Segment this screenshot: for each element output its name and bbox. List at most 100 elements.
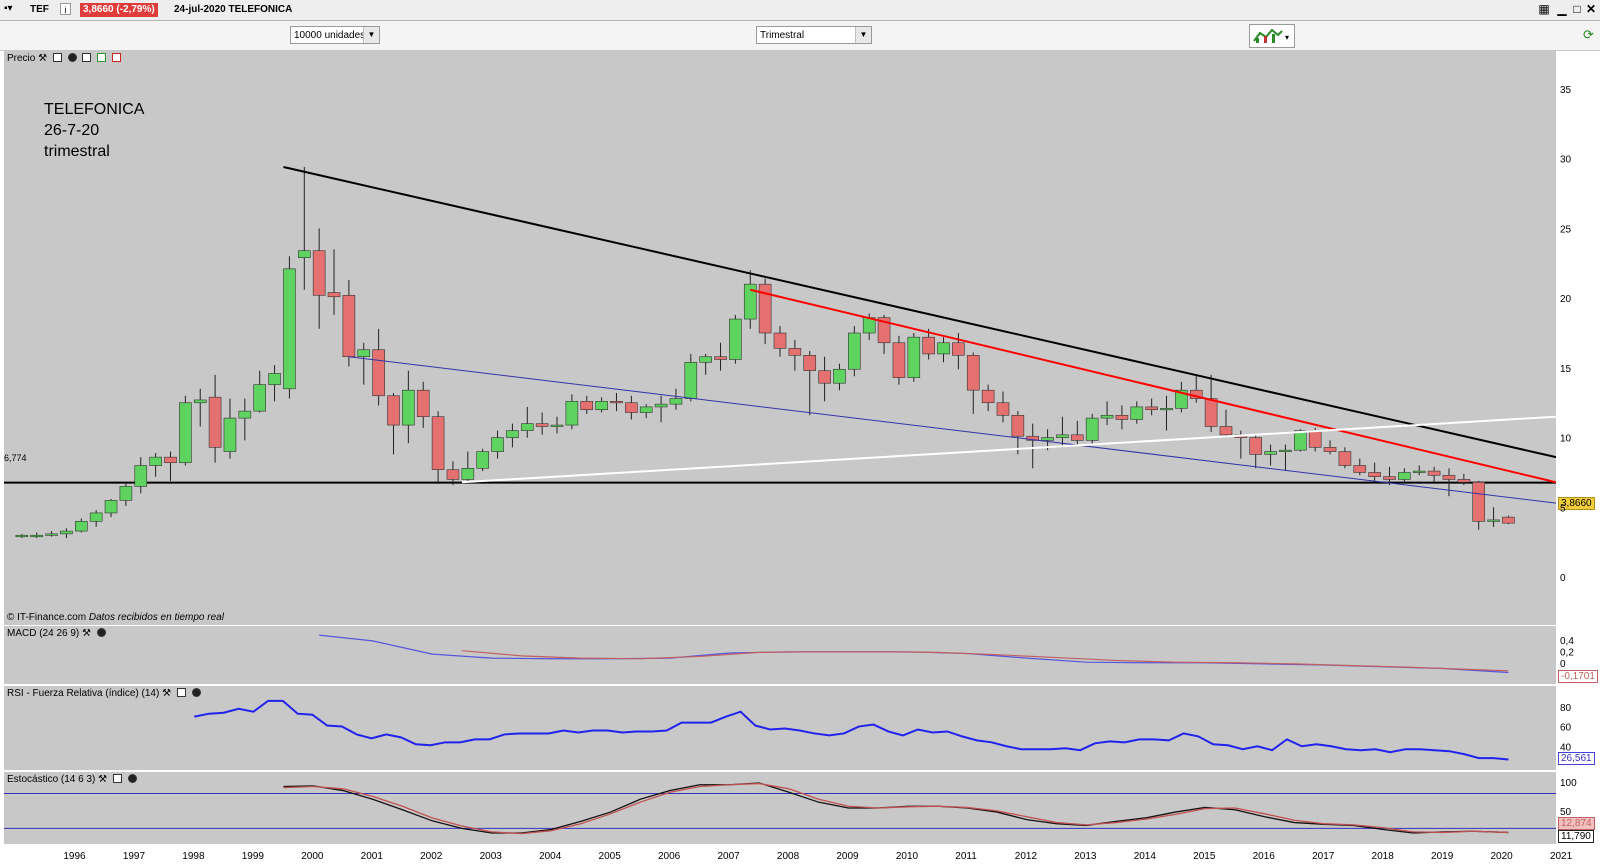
candle-body xyxy=(476,451,489,469)
candle-body xyxy=(1071,434,1084,441)
candle-body xyxy=(1115,414,1129,420)
stoch-series-line xyxy=(283,782,1509,834)
x-tick-label: 2002 xyxy=(420,851,443,862)
candle-body xyxy=(743,283,757,320)
candle-body xyxy=(1264,451,1277,455)
x-tick-label: 2009 xyxy=(836,851,859,862)
candle-body xyxy=(1457,479,1471,483)
candle-body xyxy=(550,424,564,427)
x-tick-label: 2005 xyxy=(599,851,622,862)
x-tick-label: 2020 xyxy=(1490,851,1513,862)
candle-body xyxy=(892,342,906,378)
candle-body xyxy=(981,389,995,404)
candle-body xyxy=(402,389,415,426)
candle-body xyxy=(30,534,44,538)
candle-body xyxy=(238,410,252,419)
candle-body xyxy=(937,342,950,355)
candle-body xyxy=(1398,472,1411,480)
candle-body xyxy=(818,370,831,384)
candle-body xyxy=(966,355,980,391)
y-tick-label: 5 xyxy=(1560,503,1566,514)
candle-body xyxy=(342,295,356,358)
stoch-tick-label: 100 xyxy=(1560,778,1577,789)
candle-body xyxy=(773,332,787,349)
candle-body xyxy=(535,423,549,427)
macd-tick-label: 0,4 xyxy=(1560,636,1574,647)
candle-body xyxy=(506,430,519,438)
candle-body xyxy=(788,348,802,356)
trendline xyxy=(283,166,1557,459)
candle-body xyxy=(952,342,965,356)
candle-body xyxy=(848,332,861,370)
candle-body xyxy=(699,356,712,363)
candle-body xyxy=(15,534,29,538)
candle-body xyxy=(89,512,103,522)
candle-body xyxy=(1041,437,1054,441)
candle-body xyxy=(491,437,504,452)
candle-body xyxy=(833,368,846,384)
candle-body xyxy=(461,468,475,480)
x-tick-label: 2008 xyxy=(777,851,800,862)
candle-body xyxy=(595,401,608,411)
candle-body xyxy=(327,292,341,298)
candle-body xyxy=(729,318,742,360)
candle-body xyxy=(1383,476,1396,480)
candle-body xyxy=(907,336,921,378)
candle-body xyxy=(164,456,177,464)
x-tick-label: 2013 xyxy=(1074,851,1097,862)
candle-body xyxy=(1130,406,1144,420)
candle-body xyxy=(684,361,698,399)
rsi-tick-label: 80 xyxy=(1560,703,1572,714)
candle-body xyxy=(639,406,653,413)
candle-body xyxy=(60,530,73,535)
trendline xyxy=(750,288,1557,484)
y-tick-label: 35 xyxy=(1560,85,1572,96)
candle-body xyxy=(1219,426,1233,436)
candle-body xyxy=(1056,434,1069,438)
candle-body xyxy=(268,373,281,385)
candle-body xyxy=(357,349,371,358)
candle-body xyxy=(922,336,935,355)
candle-body xyxy=(996,402,1010,416)
candle-body xyxy=(1442,474,1456,480)
y-tick-label: 15 xyxy=(1560,364,1572,375)
candle-body xyxy=(1294,430,1307,451)
candle-body xyxy=(297,250,311,258)
y-tick-label: 0 xyxy=(1560,573,1566,584)
candle-body xyxy=(446,469,460,480)
candle-body xyxy=(1145,406,1158,411)
y-tick-label: 30 xyxy=(1560,155,1572,166)
x-tick-label: 2001 xyxy=(361,851,384,862)
candle-body xyxy=(1502,516,1515,524)
y-tick-label: 20 xyxy=(1560,294,1572,305)
candle-body xyxy=(714,356,727,360)
macd-tick-label: 0,2 xyxy=(1560,647,1574,658)
rsi-tick-label: 40 xyxy=(1560,742,1572,753)
candle-body xyxy=(1323,447,1337,452)
stoch-series-line xyxy=(283,782,1509,835)
candle-body xyxy=(1412,470,1426,473)
candle-body xyxy=(416,389,430,417)
candle-body xyxy=(119,486,133,501)
candle-body xyxy=(580,401,594,411)
candle-body xyxy=(1368,472,1381,477)
candle-body xyxy=(1085,417,1099,441)
candle-body xyxy=(1308,430,1322,448)
candle-body xyxy=(208,396,222,448)
candle-body xyxy=(387,395,400,426)
x-tick-label: 2003 xyxy=(480,851,503,862)
candle-body xyxy=(283,268,296,390)
candle-body xyxy=(654,403,668,408)
candle-body xyxy=(253,384,266,412)
candle-body xyxy=(610,401,623,404)
x-tick-label: 2015 xyxy=(1193,851,1216,862)
x-tick-label: 2007 xyxy=(717,851,740,862)
x-tick-label: 2012 xyxy=(1015,851,1038,862)
y-tick-label: 10 xyxy=(1560,434,1572,445)
candle-body xyxy=(104,500,118,514)
x-tick-label: 2016 xyxy=(1253,851,1276,862)
candle-body xyxy=(1427,470,1441,476)
candle-body xyxy=(1338,451,1352,466)
stoch-tick-label: 50 xyxy=(1560,807,1572,818)
x-tick-label: 2000 xyxy=(301,851,324,862)
